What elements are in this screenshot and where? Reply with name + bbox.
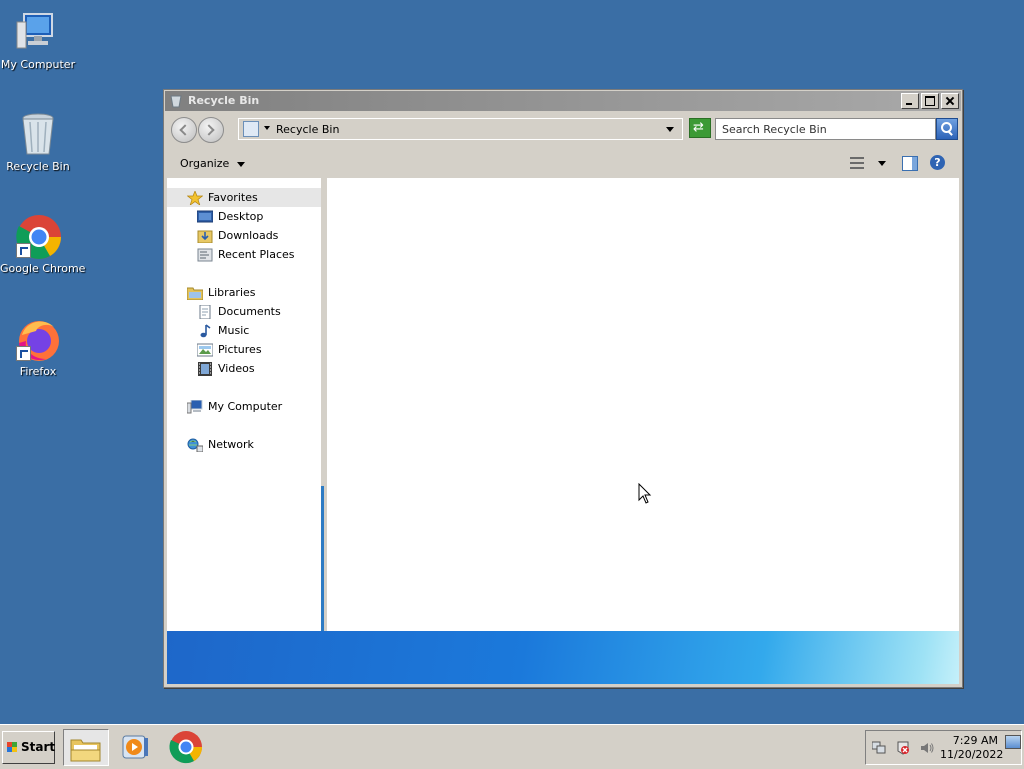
chrome-icon [14,212,62,260]
pictures-icon [196,343,214,357]
system-tray: 7:29 AM 11/20/2022 [865,730,1022,765]
recycle-bin-window: Recycle Bin Recycle Bin Search Recycle B… [163,89,963,688]
minimize-button[interactable] [901,93,919,109]
nav-label: Libraries [208,286,256,299]
chrome-icon [169,731,203,764]
network-icon [187,438,204,453]
taskbar-explorer-button[interactable] [63,729,109,766]
videos-icon [197,362,213,376]
nav-label: Favorites [208,191,258,204]
music-icon [197,324,213,338]
breadcrumb-recycle-bin[interactable]: Recycle Bin [276,123,339,136]
volume-icon[interactable] [920,741,934,755]
nav-item-music[interactable]: Music [197,321,249,340]
search-placeholder: Search Recycle Bin [722,123,827,136]
libraries-icon [186,286,204,301]
nav-label: My Computer [208,400,283,413]
recycle-bin-location-icon [243,121,259,137]
navigation-pane: Favorites Desktop Downloads Recent Place… [167,178,324,631]
desktop-icon-label: Firefox [19,365,57,378]
clock-time: 7:29 AM [952,734,998,747]
action-center-alert-icon[interactable] [896,741,910,755]
chevron-down-icon [237,161,246,167]
search-input[interactable]: Search Recycle Bin [715,118,936,140]
help-icon[interactable]: ? [930,155,945,170]
nav-item-favorites[interactable]: Favorites [167,188,321,207]
address-bar: Recycle Bin Search Recycle Bin [165,112,961,147]
nav-label: Pictures [218,343,262,356]
computer-icon [186,399,203,414]
media-player-icon [122,735,148,759]
command-bar: Organize ? [165,148,961,177]
nav-item-desktop[interactable]: Desktop [196,207,264,226]
clock-date: 11/20/2022 [940,748,1004,761]
nav-item-recent-places[interactable]: Recent Places [197,245,295,264]
desktop-icon-firefox[interactable]: Firefox [0,315,76,378]
windows-logo-icon [7,742,17,752]
organize-button[interactable]: Organize [180,157,246,170]
taskbar-media-player-button[interactable] [114,729,158,764]
desktop-icon [196,210,214,224]
close-button[interactable] [941,93,959,109]
desktop-icon-recycle-bin[interactable]: Recycle Bin [0,110,76,173]
desktop-icon-label: My Computer [0,58,76,71]
taskbar: Start 7:29 AM 11/20/2022 [0,724,1024,769]
computer-icon [14,8,62,56]
start-button[interactable]: Start [2,731,55,764]
back-button[interactable] [171,117,197,143]
nav-label: Desktop [218,210,264,223]
recycle-bin-icon [14,110,62,158]
nav-label: Documents [218,305,281,318]
nav-label: Recent Places [218,248,295,261]
shortcut-arrow-icon [16,243,31,258]
recycle-bin-icon [170,94,182,108]
nav-label: Downloads [218,229,279,242]
forward-button[interactable] [198,117,224,143]
desktop-icon-my-computer[interactable]: My Computer [0,8,76,71]
nav-item-my-computer[interactable]: My Computer [186,397,283,416]
details-pane [167,631,959,684]
recent-places-icon [197,248,213,262]
clock[interactable]: 7:29 AM 11/20/2022 [940,734,1004,762]
nav-label: Network [208,438,254,451]
view-options-dropdown-icon[interactable] [878,161,886,166]
nav-item-libraries[interactable]: Libraries [186,283,256,302]
nav-label: Music [218,324,250,337]
nav-item-pictures[interactable]: Pictures [196,340,262,359]
file-list-area[interactable] [327,178,959,631]
nav-label: Videos [218,362,255,375]
breadcrumb-chevron-icon[interactable] [264,126,270,130]
refresh-button[interactable] [689,118,711,138]
show-desktop-button[interactable] [1005,735,1021,749]
folder-icon [70,739,101,762]
documents-icon [197,304,213,320]
network-status-icon[interactable] [871,741,886,755]
star-icon [186,190,204,206]
title-bar[interactable]: Recycle Bin [165,91,961,111]
nav-item-videos[interactable]: Videos [197,359,255,378]
nav-scrollbar-thumb[interactable] [321,486,324,631]
downloads-icon [197,229,213,244]
search-icon[interactable] [936,118,958,140]
maximize-button[interactable] [921,93,939,109]
desktop-icon-label: Recycle Bin [6,160,70,173]
window-title: Recycle Bin [188,94,260,107]
firefox-icon [14,315,62,363]
address-field[interactable]: Recycle Bin [238,118,683,140]
address-dropdown-icon[interactable] [666,127,674,132]
start-label: Start [21,740,56,754]
nav-item-network[interactable]: Network [187,435,254,454]
nav-item-downloads[interactable]: Downloads [197,226,278,245]
change-view-icon[interactable] [850,156,864,170]
taskbar-chrome-button[interactable] [164,729,208,764]
preview-pane-icon[interactable] [902,156,918,171]
desktop-icon-label: Google Chrome [0,262,86,275]
organize-label: Organize [180,157,230,170]
shortcut-arrow-icon [16,346,31,361]
nav-item-documents[interactable]: Documents [197,302,281,321]
desktop-icon-google-chrome[interactable]: Google Chrome [0,212,86,275]
